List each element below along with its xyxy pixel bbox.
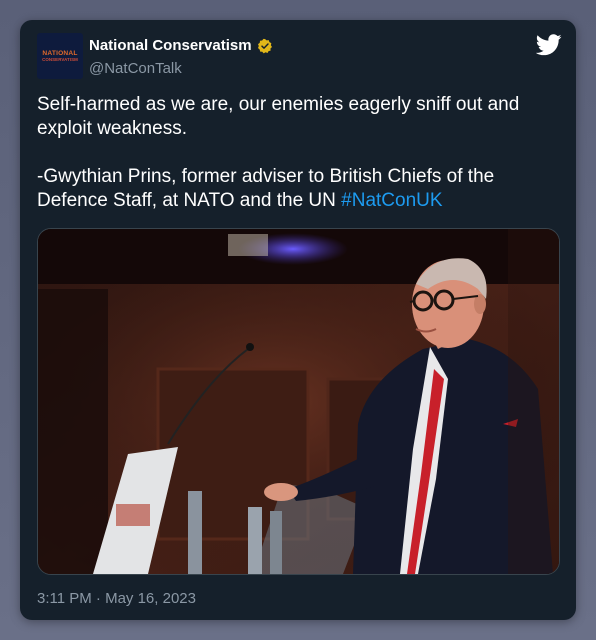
author-display-name[interactable]: National Conservatism (89, 37, 252, 54)
speaker-at-lectern-image (38, 229, 559, 574)
tweet-timestamp[interactable]: 3:11 PM · May 16, 2023 (37, 590, 196, 607)
tweet-text-paragraph-2: -Gwythian Prins, former adviser to Briti… (37, 165, 547, 213)
author-name-row: National Conservatism (89, 37, 273, 54)
tweet-body: Self-harmed as we are, our enemies eager… (37, 93, 547, 213)
tweet-paragraph-gap (37, 141, 547, 165)
tweet-text-paragraph-1: Self-harmed as we are, our enemies eager… (37, 94, 520, 139)
verified-badge-icon (257, 38, 272, 53)
hashtag-link[interactable]: #NatConUK (341, 190, 442, 211)
twitter-bird-icon[interactable] (536, 34, 562, 56)
tweet-card: NATIONAL CONSERVATISM National Conservat… (20, 20, 576, 620)
tweet-photo[interactable] (37, 228, 560, 575)
author-handle[interactable]: @NatConTalk (89, 60, 182, 77)
avatar[interactable]: NATIONAL CONSERVATISM (37, 33, 83, 79)
avatar-logo-line2: CONSERVATISM (42, 56, 78, 62)
avatar-logo-line1: NATIONAL (42, 49, 78, 57)
